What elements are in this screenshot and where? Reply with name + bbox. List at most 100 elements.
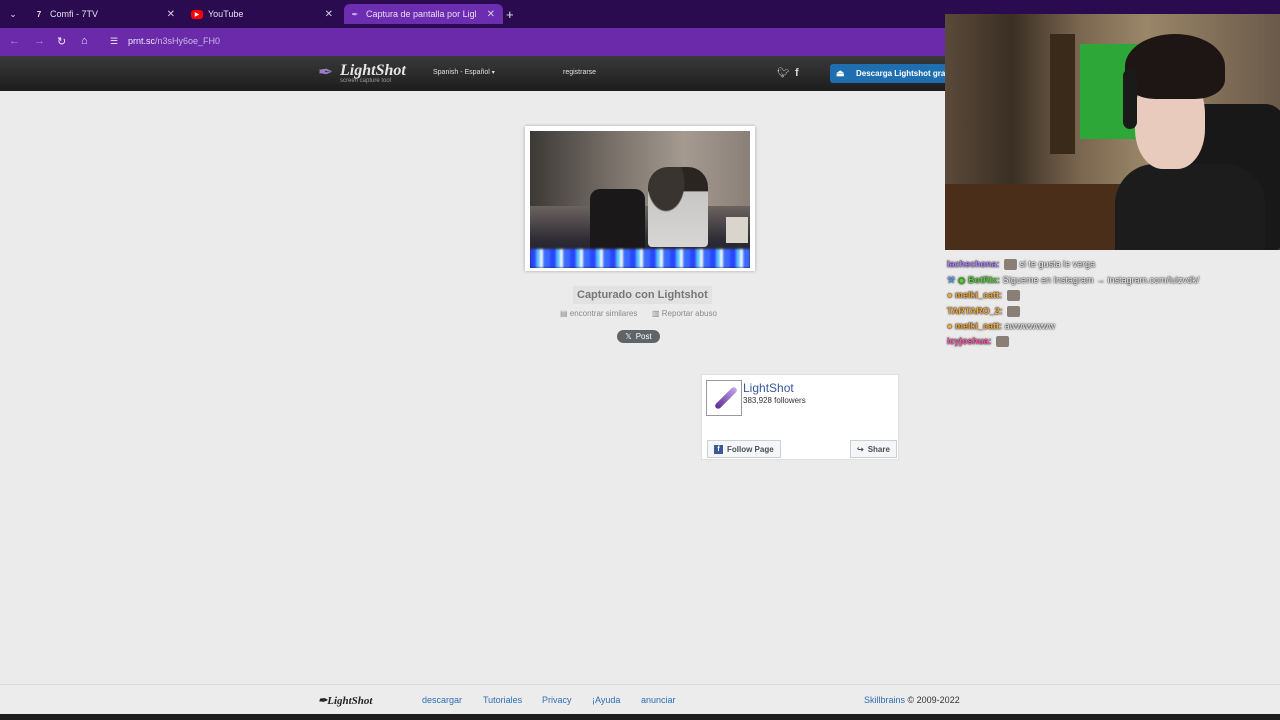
- download-label: Descarga Lightshot gra: [856, 69, 946, 78]
- footer-link-privacy[interactable]: Privacy: [542, 695, 572, 705]
- footer-link-help[interactable]: ¡Ayuda: [592, 695, 620, 705]
- tab-lightshot[interactable]: ✒ Captura de pantalla por Lightsho ✕: [344, 4, 503, 24]
- screenshot-image[interactable]: [530, 131, 750, 268]
- captured-with-lightshot-label: Capturado con Lightshot: [573, 286, 712, 304]
- taskbar-strip: [0, 714, 1280, 720]
- chat-username: BotRix:: [967, 275, 1000, 285]
- tab-label: Comfi - 7TV: [50, 9, 99, 19]
- chat-message: lachechona: si te gusta le verga: [947, 259, 1096, 271]
- fb-followers-count: 383,928 followers: [743, 396, 806, 405]
- download-button[interactable]: ⏏ Descarga Lightshot gra: [830, 64, 950, 83]
- image-webcam-inset: [726, 217, 748, 243]
- footer-link-advertise[interactable]: anunciar: [641, 695, 676, 705]
- find-similar-label: encontrar similares: [569, 309, 638, 318]
- facebook-icon: f: [714, 444, 723, 454]
- report-abuse-link[interactable]: ▥ Reportar abuso: [652, 309, 717, 318]
- language-select[interactable]: Spanish - Español ▾: [433, 69, 495, 76]
- image-person: [648, 167, 708, 247]
- chat-message: TARTARO_2:: [947, 306, 1021, 318]
- forward-arrow-icon[interactable]: →: [34, 35, 45, 47]
- wrench-badge-icon: ⚒: [947, 275, 956, 285]
- chat-message: ● melki_catt: awwwwwww: [947, 321, 1055, 331]
- chat-text: si te gusta le verga: [1019, 259, 1096, 269]
- trash-icon: ▥: [652, 309, 662, 318]
- tab-youtube[interactable]: ▶ YouTube ✕: [186, 4, 341, 24]
- feather-icon: ✒: [318, 695, 328, 707]
- lightshot-feather-icon: ✒: [351, 9, 359, 19]
- emote-icon: [1006, 290, 1020, 302]
- home-icon[interactable]: ⌂: [81, 35, 88, 47]
- cam-hair: [1125, 34, 1225, 99]
- chat-message: ● melki_catt:: [947, 290, 1020, 302]
- badge-icon: ●: [947, 290, 953, 300]
- footer-link-tutorials[interactable]: Tutoriales: [483, 695, 522, 705]
- cam-body: [1115, 164, 1265, 250]
- chevron-down-icon: ▾: [491, 70, 495, 76]
- copyright-text: © 2009-2022: [907, 695, 960, 705]
- chat-username: melki_catt:: [954, 321, 1002, 331]
- skillbrains-link[interactable]: Skillbrains: [864, 695, 905, 705]
- tab-label: Captura de pantalla por Lightsho: [366, 9, 476, 19]
- emote-icon: [1007, 306, 1021, 318]
- download-icon: ⏏: [836, 68, 845, 78]
- footer-logo[interactable]: ✒LightShot: [318, 694, 372, 707]
- close-icon[interactable]: ✕: [487, 9, 495, 20]
- language-label: Spanish - Español: [433, 69, 490, 76]
- reload-icon[interactable]: ↻: [57, 35, 66, 48]
- logo-text: LightShot: [340, 62, 406, 79]
- lightshot-page-avatar[interactable]: [706, 380, 742, 416]
- share-label: Share: [867, 444, 890, 454]
- chevron-down-icon: ⌄: [9, 8, 17, 19]
- register-link[interactable]: registrarse: [563, 69, 596, 76]
- share-button[interactable]: ↪ Share: [850, 440, 897, 458]
- feather-icon: [713, 385, 739, 411]
- youtube-icon: ▶: [191, 9, 203, 19]
- bot-badge-icon: ◉: [957, 275, 966, 285]
- badge-icon: ●: [947, 321, 953, 331]
- close-icon[interactable]: ✕: [325, 9, 333, 20]
- close-icon[interactable]: ✕: [167, 9, 175, 20]
- footer: ✒LightShot descargar Tutoriales Privacy …: [0, 684, 1280, 715]
- plus-icon: +: [506, 6, 514, 22]
- new-tab-button[interactable]: +: [506, 4, 520, 24]
- url-path: /n3sHy6oe_FH0: [155, 36, 221, 46]
- tab-label: YouTube: [208, 9, 244, 19]
- chat-message: icyjoshua:: [947, 336, 1010, 348]
- url-host: prnt.sc: [128, 36, 156, 46]
- follow-page-label: Follow Page: [727, 444, 774, 454]
- chat-message: ⚒ ◉ BotRix: Sígueme en Instagram → insta…: [947, 275, 1199, 286]
- footer-logo-text: LightShot: [327, 695, 373, 707]
- cam-headset: [1123, 69, 1137, 129]
- cam-shelf: [1050, 34, 1075, 154]
- x-logo-icon: 𝕏: [625, 332, 632, 341]
- chat-text: awwwwwww: [1004, 321, 1056, 331]
- footer-copyright: Skillbrains © 2009-2022: [864, 695, 960, 705]
- emote-icon: [1004, 259, 1018, 271]
- tab-list-button[interactable]: ⌄: [4, 4, 22, 24]
- x-post-button[interactable]: 𝕏 Post: [617, 330, 660, 343]
- lightshot-logo[interactable]: ✒ LightShot screen capture tool: [318, 62, 406, 84]
- feather-icon: ✒: [318, 62, 334, 82]
- chat-username: lachechona:: [947, 259, 1000, 269]
- footer-link-download[interactable]: descargar: [422, 695, 462, 705]
- facebook-icon[interactable]: f: [795, 67, 799, 79]
- image-led-strip: [530, 249, 750, 268]
- chat-text: Sígueme en Instagram → instagram.com/lui…: [1002, 275, 1200, 285]
- webcam-overlay: [945, 14, 1280, 250]
- share-arrow-icon: ↪: [857, 444, 864, 454]
- twitter-icon[interactable]: 🐦︎: [777, 68, 790, 79]
- tab-comfi[interactable]: 7 Comfi - 7TV ✕: [28, 4, 183, 24]
- site-info-icon[interactable]: ☰: [110, 36, 118, 47]
- report-abuse-label: Reportar abuso: [661, 309, 717, 318]
- chat-username: icyjoshua:: [947, 336, 992, 346]
- fb-page-name[interactable]: LightShot: [743, 381, 794, 395]
- emote-icon: [996, 336, 1010, 348]
- url-field[interactable]: prnt.sc/n3sHy6oe_FH0: [128, 36, 220, 46]
- chat-username: melki_catt:: [954, 290, 1002, 300]
- image-search-icon: ▤: [560, 309, 570, 318]
- find-similar-link[interactable]: ▤ encontrar similares: [560, 309, 637, 318]
- chat-username: TARTARO_2:: [947, 306, 1003, 316]
- post-label: Post: [635, 332, 652, 341]
- follow-page-button[interactable]: f Follow Page: [707, 440, 781, 458]
- back-arrow-icon[interactable]: ←: [9, 35, 20, 47]
